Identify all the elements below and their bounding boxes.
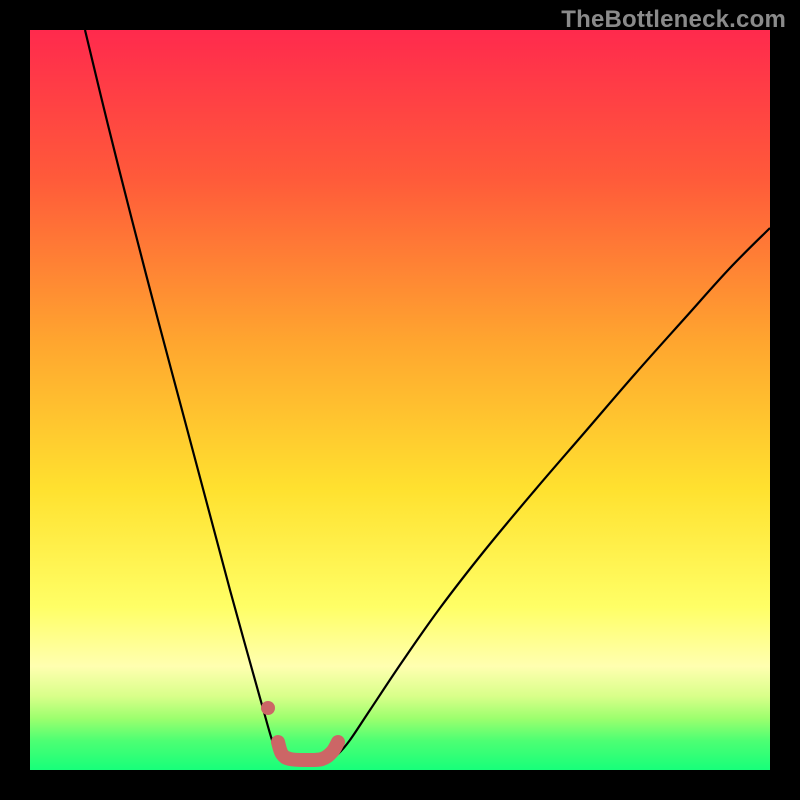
watermark-text: TheBottleneck.com (561, 6, 786, 34)
floor-marker-dot (261, 701, 275, 715)
gradient-background (30, 30, 770, 770)
curve-layer (30, 30, 770, 770)
plot-area (30, 30, 770, 770)
chart-frame: TheBottleneck.com (0, 0, 800, 800)
